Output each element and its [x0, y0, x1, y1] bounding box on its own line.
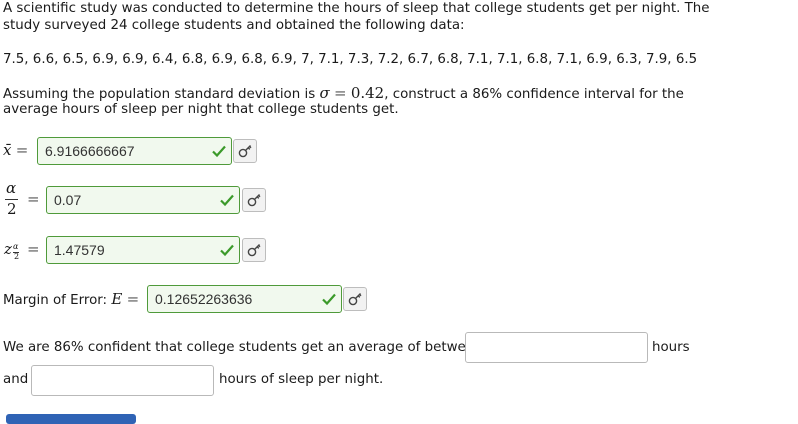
data-values: 7.5, 6.6, 6.5, 6.9, 6.9, 6.4, 6.8, 6.9, …	[3, 52, 698, 67]
check-icon	[322, 293, 336, 306]
xbar-key-button[interactable]	[233, 139, 257, 163]
xbar-symbol: x̄	[3, 141, 12, 159]
assumption-suffix: , construct a 86% confidence interval fo…	[384, 87, 684, 102]
z-symbol: z	[4, 240, 12, 258]
and-label: and	[3, 372, 29, 387]
z-key-button[interactable]	[242, 238, 266, 262]
check-icon	[220, 244, 234, 257]
sigma-equals: =	[333, 84, 347, 102]
check-icon	[212, 145, 226, 158]
key-icon	[247, 194, 261, 207]
check-icon	[220, 194, 234, 207]
unit-hours-label: hours	[652, 340, 690, 355]
alpha-numerator: α	[6, 179, 17, 197]
alpha-denominator: 2	[7, 200, 17, 218]
xbar-label: x̄ =	[3, 141, 28, 159]
alpha-equals: =	[27, 190, 40, 208]
key-icon	[348, 293, 362, 306]
margin-answer-field[interactable]: 0.12652263636	[147, 285, 342, 313]
margin-symbol: E	[111, 290, 123, 308]
assumption-prefix: Assuming the population standard deviati…	[3, 87, 316, 102]
z-value: 1.47579	[54, 242, 105, 258]
upper-bound-input[interactable]	[31, 365, 214, 396]
lower-bound-input[interactable]	[465, 332, 648, 363]
margin-value: 0.12652263636	[155, 291, 253, 307]
problem-line-2: study surveyed 24 college students and o…	[3, 18, 465, 33]
alpha-half-value: 0.07	[54, 192, 82, 208]
z-sub-denominator: 2	[14, 252, 20, 261]
alpha-half-key-button[interactable]	[242, 188, 266, 212]
conclusion-suffix: hours of sleep per night.	[219, 372, 384, 387]
sigma-symbol: σ	[319, 84, 330, 102]
conclusion-prefix: We are 86% confident that college studen…	[3, 340, 483, 355]
z-answer-field[interactable]: 1.47579	[46, 236, 240, 264]
z-sub-numerator: α	[13, 242, 19, 251]
xbar-value: 6.9166666667	[45, 143, 135, 159]
margin-equals: =	[126, 290, 140, 308]
sigma-value: 0.42	[350, 84, 385, 102]
margin-label: Margin of Error: E =	[3, 290, 139, 308]
problem-last-line: average hours of sleep per night that co…	[3, 102, 399, 117]
submit-button[interactable]	[6, 414, 136, 424]
z-equals: =	[27, 240, 40, 258]
alpha-half-answer-field[interactable]: 0.07	[46, 186, 240, 214]
key-icon	[247, 244, 261, 257]
xbar-equals: =	[15, 141, 29, 159]
margin-label-text: Margin of Error:	[3, 293, 108, 308]
key-icon	[238, 145, 252, 158]
problem-line-1: A scientific study was conducted to dete…	[3, 1, 710, 16]
xbar-answer-field[interactable]: 6.9166666667	[37, 137, 232, 165]
margin-key-button[interactable]	[343, 287, 367, 311]
